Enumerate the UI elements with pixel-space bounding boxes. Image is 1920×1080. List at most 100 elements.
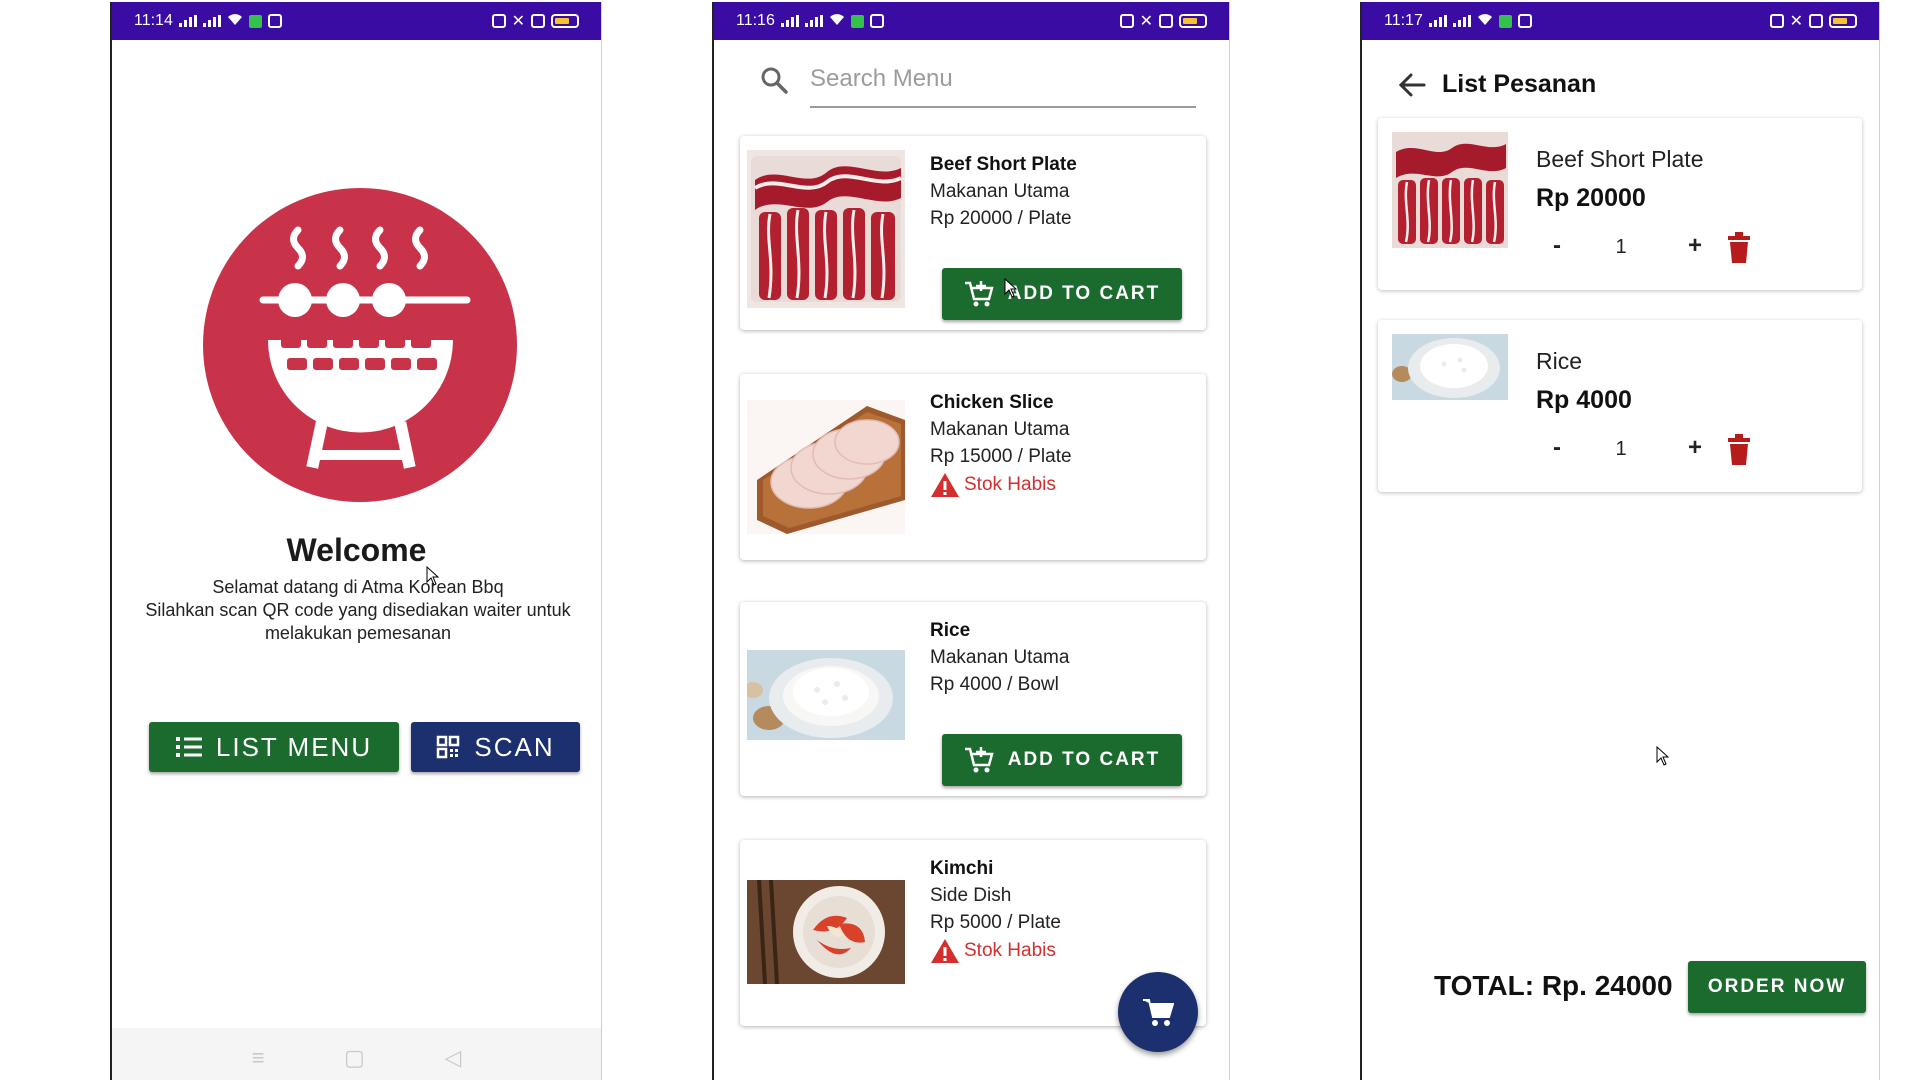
quantity-value: 1 <box>1615 236 1627 258</box>
battery-icon <box>1829 14 1857 28</box>
menu-list-screen: 11:16 ✕ Search Menu Beef Short Plate Mak… <box>712 2 1230 1080</box>
welcome-line: Silahkan scan QR code yang disediakan wa… <box>145 600 571 643</box>
app-notification-icon <box>267 14 282 28</box>
out-of-stock-label: Stok Habis <box>964 474 1056 495</box>
vibrate-icon <box>1809 14 1823 28</box>
warning-icon <box>931 473 959 497</box>
rice-image <box>1392 334 1508 400</box>
qr-code-icon <box>437 735 460 759</box>
quantity-value: 1 <box>1615 438 1627 460</box>
chicken-slice-image <box>747 400 905 534</box>
menu-item-price: Rp 5000 / Plate <box>930 912 1061 933</box>
cast-icon <box>491 14 506 28</box>
signal-icon <box>780 15 799 27</box>
out-of-stock-badge: Stok Habis <box>930 472 1056 498</box>
menu-item-card[interactable]: Beef Short Plate Makanan Utama Rp 20000 … <box>740 136 1206 330</box>
menu-item-category: Makanan Utama <box>930 419 1070 440</box>
trash-icon[interactable] <box>1726 434 1752 466</box>
signal-icon <box>804 15 823 27</box>
home-icon[interactable]: ▢ <box>344 1045 365 1071</box>
order-item-price: Rp 20000 <box>1536 184 1646 212</box>
add-cart-icon <box>964 747 994 773</box>
order-item-price: Rp 4000 <box>1536 386 1632 414</box>
menu-item-name: Chicken Slice <box>930 392 1054 413</box>
battery-icon <box>551 14 579 28</box>
quantity-stepper: - 1 + <box>1542 434 1762 470</box>
menu-item-category: Makanan Utama <box>930 647 1070 668</box>
kimchi-image <box>747 880 905 984</box>
increase-quantity-button[interactable]: + <box>1680 434 1710 462</box>
mute-icon: ✕ <box>511 13 525 30</box>
app-bar: List Pesanan <box>1398 70 1596 99</box>
app-notification-icon <box>1517 14 1532 28</box>
shopping-cart-icon <box>1143 999 1174 1026</box>
screenshot-stage: 11:14 ✕ Welcome Selamat datang di Atma K… <box>0 0 1920 1080</box>
recent-apps-icon[interactable]: ≡ <box>252 1045 265 1071</box>
order-item-card: Beef Short Plate Rp 20000 - 1 + <box>1378 118 1862 290</box>
cast-icon <box>1769 14 1784 28</box>
trash-icon[interactable] <box>1726 232 1752 264</box>
wifi-icon <box>227 12 243 31</box>
back-icon[interactable]: ◁ <box>444 1045 461 1071</box>
menu-item-name: Kimchi <box>930 858 994 879</box>
decrease-quantity-button[interactable]: - <box>1542 434 1572 462</box>
order-item-card: Rice Rp 4000 - 1 + <box>1378 320 1862 492</box>
add-to-cart-button[interactable]: ADD TO CART <box>942 734 1182 786</box>
menu-item-card[interactable]: Chicken Slice Makanan Utama Rp 15000 / P… <box>740 374 1206 560</box>
menu-item-name: Beef Short Plate <box>930 154 1077 175</box>
signal-icon <box>1452 15 1471 27</box>
search-bar <box>756 52 1196 112</box>
menu-item-category: Side Dish <box>930 885 1012 906</box>
vibrate-icon <box>1159 14 1173 28</box>
search-input[interactable] <box>810 52 1196 108</box>
increase-quantity-button[interactable]: + <box>1680 232 1710 260</box>
decrease-quantity-button[interactable]: - <box>1542 232 1572 260</box>
cart-fab-button[interactable] <box>1118 972 1198 1052</box>
back-arrow-icon[interactable] <box>1398 73 1426 97</box>
list-menu-button[interactable]: LIST MENU <box>149 722 399 772</box>
app-notification-icon <box>1498 14 1512 28</box>
quantity-stepper: - 1 + <box>1542 232 1762 268</box>
scan-label: SCAN <box>474 731 555 762</box>
menu-item-name: Rice <box>930 620 971 641</box>
add-to-cart-label: ADD TO CART <box>1007 283 1161 304</box>
app-notification-icon <box>248 14 262 28</box>
menu-item-price: Rp 4000 / Bowl <box>930 674 1059 695</box>
out-of-stock-badge: Stok Habis <box>930 938 1056 964</box>
order-list-screen: 11:17 ✕ List Pesanan Beef Short Plate Rp… <box>1360 2 1880 1080</box>
signal-icon <box>178 15 197 27</box>
menu-item-card[interactable]: Rice Makanan Utama Rp 4000 / Bowl ADD TO… <box>740 602 1206 796</box>
list-icon <box>175 737 202 757</box>
out-of-stock-label: Stok Habis <box>964 940 1056 961</box>
order-item-name: Rice <box>1536 348 1583 374</box>
signal-icon <box>202 15 221 27</box>
mouse-cursor-icon <box>1004 278 1018 298</box>
order-now-button[interactable]: ORDER NOW <box>1688 961 1866 1013</box>
welcome-screen: 11:14 ✕ Welcome Selamat datang di Atma K… <box>110 2 602 1080</box>
status-time: 11:14 <box>134 12 173 29</box>
signal-icon <box>1428 15 1447 27</box>
status-time: 11:16 <box>736 12 775 29</box>
menu-item-price: Rp 15000 / Plate <box>930 446 1072 467</box>
add-to-cart-label: ADD TO CART <box>1007 749 1161 770</box>
app-notification-icon <box>850 14 864 28</box>
beef-short-plate-image <box>1392 132 1508 248</box>
page-title: List Pesanan <box>1442 70 1597 98</box>
list-menu-label: LIST MENU <box>215 731 373 762</box>
mute-icon: ✕ <box>1789 13 1803 30</box>
order-total: TOTAL: Rp. 24000 <box>1434 970 1673 1001</box>
vibrate-icon <box>531 14 545 28</box>
add-cart-icon <box>964 281 994 307</box>
status-time: 11:17 <box>1384 12 1423 29</box>
warning-icon <box>931 939 959 963</box>
beef-short-plate-image <box>747 150 905 308</box>
order-item-name: Beef Short Plate <box>1536 146 1704 172</box>
search-icon <box>761 67 788 94</box>
add-to-cart-button[interactable]: ADD TO CART <box>942 268 1182 320</box>
welcome-title: Welcome <box>286 532 427 568</box>
battery-icon <box>1179 14 1207 28</box>
welcome-description: Selamat datang di Atma Korean Bbq Silahk… <box>132 576 584 645</box>
scan-button[interactable]: SCAN <box>411 722 580 772</box>
mouse-cursor-icon <box>426 566 440 586</box>
status-bar: 11:14 ✕ <box>112 2 601 40</box>
